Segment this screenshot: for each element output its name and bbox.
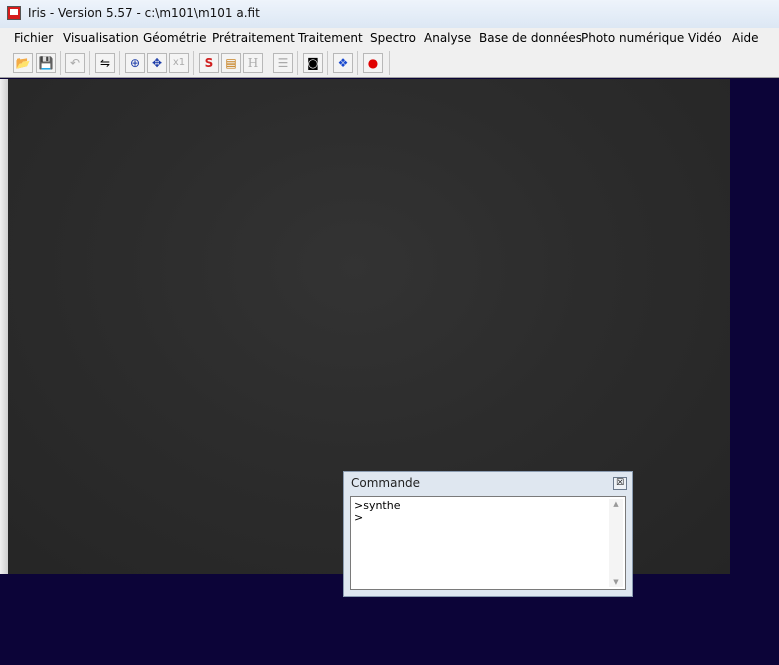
- menu-spectro[interactable]: Spectro: [370, 31, 416, 45]
- menu-photo-numerique[interactable]: Photo numérique: [581, 31, 684, 45]
- menu-geometrie[interactable]: Géométrie: [143, 31, 206, 45]
- palette-icon[interactable]: ▤: [221, 53, 241, 73]
- menu-base-de-donnees[interactable]: Base de données: [479, 31, 582, 45]
- rgb-icon[interactable]: S: [199, 53, 219, 73]
- camera-icon[interactable]: ◙: [303, 53, 323, 73]
- title-bar: Iris - Version 5.57 - c:\m101\m101 a.fit: [0, 0, 779, 29]
- image-window-frame: [0, 79, 8, 574]
- toolbar-separator: [327, 51, 328, 75]
- threshold-icon[interactable]: ⇋: [95, 53, 115, 73]
- command-line: >: [354, 511, 364, 524]
- toolbar-separator: [89, 51, 90, 75]
- open-icon[interactable]: 📂: [13, 53, 33, 73]
- toolbar-separator: [193, 51, 194, 75]
- toolbar: 📂 💾 ↶ ⇋ ⊕ ✥ x1 S ▤ H ☰ ◙ ❖ ●: [0, 48, 779, 78]
- toolbar-separator: [389, 51, 390, 75]
- scroll-down-icon[interactable]: ▼: [609, 578, 623, 586]
- command-window[interactable]: Commande ☒ >synthe > ▲ ▼: [343, 471, 633, 597]
- menu-pretraitement[interactable]: Prétraitement: [212, 31, 295, 45]
- save-icon[interactable]: 💾: [36, 53, 56, 73]
- menu-visualisation[interactable]: Visualisation: [63, 31, 139, 45]
- menu-analyse[interactable]: Analyse: [424, 31, 471, 45]
- menu-fichier[interactable]: Fichier: [14, 31, 53, 45]
- menu-aide[interactable]: Aide: [732, 31, 759, 45]
- toolbar-separator: [60, 51, 61, 75]
- app-icon[interactable]: [7, 6, 21, 20]
- command-input[interactable]: >synthe > ▲ ▼: [350, 496, 626, 590]
- move-icon[interactable]: ✥: [147, 53, 167, 73]
- toolbar-separator: [119, 51, 120, 75]
- histogram-icon[interactable]: H: [243, 53, 263, 73]
- menu-bar: Fichier Visualisation Géométrie Prétrait…: [0, 28, 779, 48]
- diamond-icon[interactable]: ❖: [333, 53, 353, 73]
- menu-video[interactable]: Vidéo: [688, 31, 722, 45]
- close-icon[interactable]: ☒: [613, 477, 627, 490]
- zoom-in-icon[interactable]: ⊕: [125, 53, 145, 73]
- zoom-x1-icon[interactable]: x1: [169, 53, 189, 73]
- scroll-up-icon[interactable]: ▲: [609, 500, 623, 508]
- vertical-scrollbar[interactable]: ▲ ▼: [609, 499, 623, 587]
- list-icon[interactable]: ☰: [273, 53, 293, 73]
- menu-traitement[interactable]: Traitement: [298, 31, 363, 45]
- window-title: Iris - Version 5.57 - c:\m101\m101 a.fit: [28, 6, 260, 20]
- toolbar-separator: [357, 51, 358, 75]
- record-icon[interactable]: ●: [363, 53, 383, 73]
- toolbar-separator: [297, 51, 298, 75]
- undo-icon[interactable]: ↶: [65, 53, 85, 73]
- command-window-title: Commande: [351, 476, 421, 490]
